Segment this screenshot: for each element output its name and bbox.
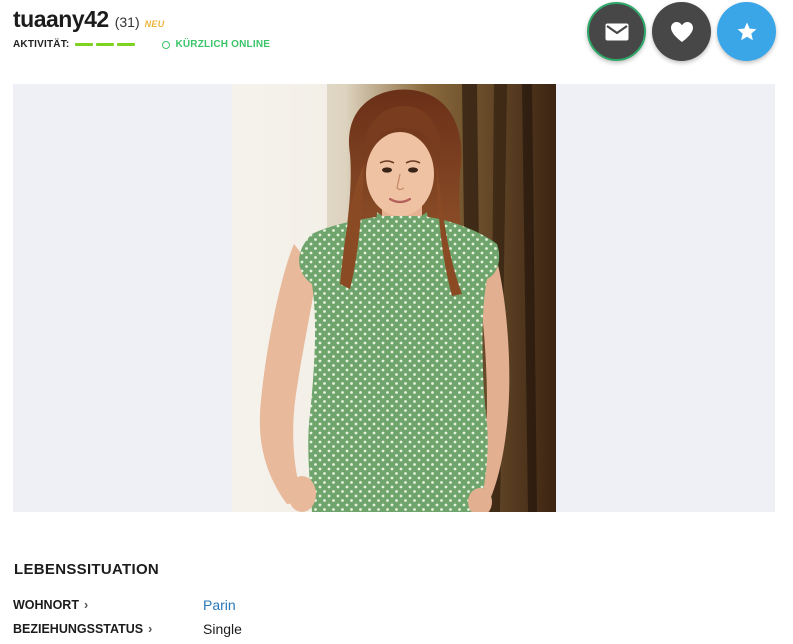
- activity-bar: [96, 43, 115, 46]
- heart-icon: [670, 21, 693, 42]
- like-button[interactable]: [652, 2, 711, 61]
- detail-label[interactable]: WOHNORT ›: [13, 598, 203, 612]
- new-badge: NEU: [144, 19, 165, 29]
- activity-bar: [75, 43, 94, 46]
- online-dot-icon: [162, 40, 171, 49]
- activity-row: AKTIVITÄT: KÜRZLICH ONLINE: [13, 39, 573, 50]
- profile-header: tuaany42 (31) NEU AKTIVITÄT: KÜRZLICH ON…: [13, 6, 573, 50]
- message-button[interactable]: [587, 2, 646, 61]
- star-icon: [737, 21, 756, 40]
- profile-username: tuaany42: [13, 6, 109, 32]
- favorite-button[interactable]: [717, 2, 776, 61]
- detail-value: Single: [203, 621, 242, 637]
- chevron-right-icon: ›: [148, 622, 153, 636]
- envelope-icon: [605, 23, 628, 40]
- profile-actions: [581, 2, 776, 61]
- online-status-text: KÜRZLICH ONLINE: [175, 39, 271, 50]
- detail-row-wohnort: WOHNORT › Parin: [13, 597, 236, 613]
- detail-row-beziehungsstatus: BEZIEHUNGSSTATUS › Single: [13, 621, 242, 637]
- profile-age: (31): [114, 14, 140, 30]
- profile-photo-frame: [13, 84, 775, 512]
- detail-label-text: BEZIEHUNGSSTATUS: [13, 622, 144, 636]
- detail-label[interactable]: BEZIEHUNGSSTATUS ›: [13, 622, 203, 636]
- section-title: LEBENSSITUATION: [14, 561, 160, 578]
- online-status: KÜRZLICH ONLINE: [162, 39, 270, 50]
- activity-label: AKTIVITÄT:: [13, 39, 70, 50]
- activity-meter: [75, 43, 138, 46]
- profile-title-row: tuaany42 (31) NEU: [13, 6, 573, 33]
- detail-value-link[interactable]: Parin: [203, 597, 236, 613]
- chevron-right-icon: ›: [83, 598, 89, 612]
- profile-photo[interactable]: [232, 84, 556, 512]
- activity-bar: [117, 43, 136, 46]
- detail-label-text: WOHNORT: [13, 598, 79, 612]
